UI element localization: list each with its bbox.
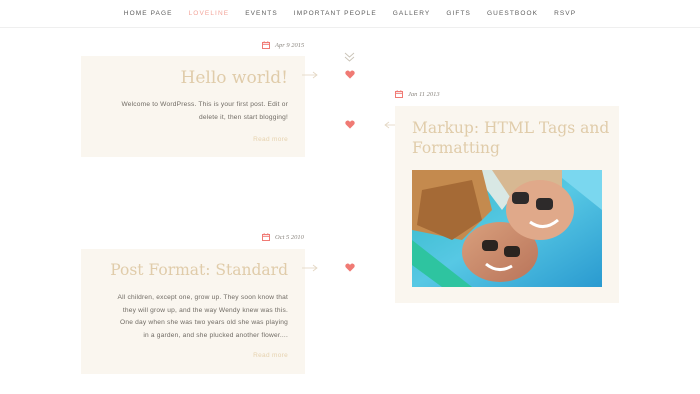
calendar-icon xyxy=(395,90,403,98)
nav-rsvp[interactable]: RSVP xyxy=(554,10,576,17)
post-date-text: Jan 11 2013 xyxy=(408,90,440,98)
post-date-text: Apr 9 2015 xyxy=(275,41,305,49)
post-card-hello-world: Hello world! Welcome to WordPress. This … xyxy=(81,56,305,157)
chevron-double-down-icon xyxy=(344,52,355,62)
post-featured-image[interactable] xyxy=(412,170,602,287)
main-navigation: HOME PAGE LOVELINE EVENTS IMPORTANT PEOP… xyxy=(0,0,700,28)
excerpt-line: in a garden, and she plucked another flo… xyxy=(143,331,288,339)
heart-icon[interactable] xyxy=(345,263,355,272)
nav-important-people[interactable]: IMPORTANT PEOPLE xyxy=(294,10,377,17)
excerpt-line: One day when she was two years old she w… xyxy=(120,319,288,326)
post-title-line: Markup: HTML Tags and xyxy=(412,119,610,137)
nav-loveline[interactable]: LOVELINE xyxy=(189,10,230,17)
post-date: Oct 5 2010 xyxy=(262,233,304,241)
excerpt-line: they will grow up, and the way Wendy kne… xyxy=(122,306,288,314)
nav-gifts[interactable]: GIFTS xyxy=(446,10,471,17)
arrow-right-icon xyxy=(302,71,318,79)
nav-home-page[interactable]: HOME PAGE xyxy=(124,10,173,17)
post-card-markup: Markup: HTML Tags and Formatting xyxy=(395,106,619,303)
post-title[interactable]: Markup: HTML Tags and Formatting xyxy=(412,118,609,158)
excerpt-line: delete it, then start blogging! xyxy=(198,113,288,121)
read-more-link[interactable]: Read more xyxy=(253,136,288,143)
post-date: Jan 11 2013 xyxy=(395,90,440,98)
post-title-line: Formatting xyxy=(412,139,500,157)
post-title[interactable]: Post Format: Standard xyxy=(110,261,288,279)
post-excerpt: All children, except one, grow up. They … xyxy=(88,292,288,342)
nav-events[interactable]: EVENTS xyxy=(245,10,278,17)
nav-gallery[interactable]: GALLERY xyxy=(393,10,431,17)
excerpt-line: All children, except one, grow up. They … xyxy=(117,294,288,301)
read-more-link[interactable]: Read more xyxy=(253,352,288,359)
excerpt-line: Welcome to WordPress. This is your first… xyxy=(121,101,288,108)
post-date-text: Oct 5 2010 xyxy=(275,233,304,241)
arrow-right-icon xyxy=(302,264,318,272)
post-card-standard: Post Format: Standard All children, exce… xyxy=(81,249,305,374)
calendar-icon xyxy=(262,41,270,49)
heart-icon[interactable] xyxy=(345,70,355,79)
post-title[interactable]: Hello world! xyxy=(181,68,288,88)
post-date: Apr 9 2015 xyxy=(262,41,304,49)
post-excerpt: Welcome to WordPress. This is your first… xyxy=(121,99,288,124)
calendar-icon xyxy=(262,233,270,241)
nav-guestbook[interactable]: GUESTBOOK xyxy=(487,10,538,17)
heart-icon[interactable] xyxy=(345,120,355,129)
